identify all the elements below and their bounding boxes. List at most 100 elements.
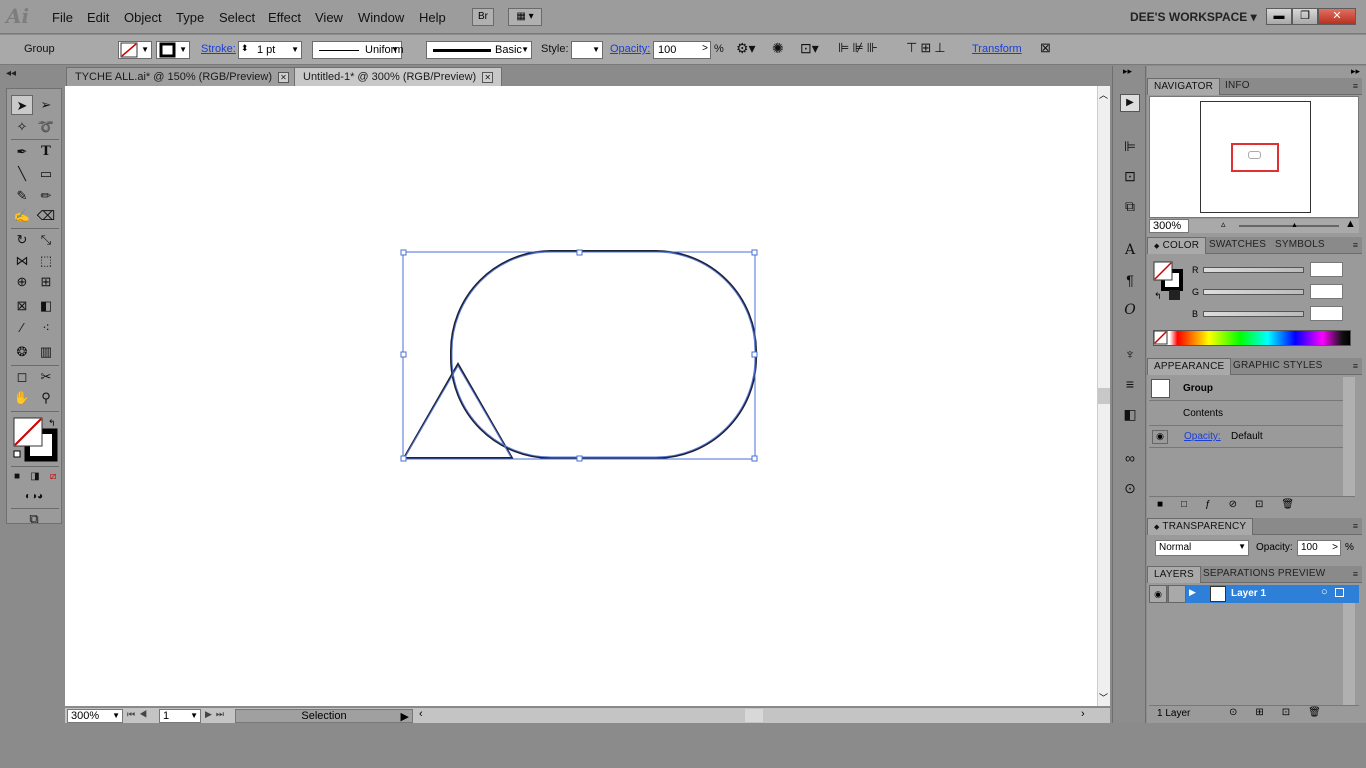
menu-effect[interactable]: Effect xyxy=(268,10,301,25)
collapse-panels-icon[interactable]: ▸▸ xyxy=(1351,66,1360,77)
zoom-level-dropdown[interactable]: 300% ▼ xyxy=(67,709,123,723)
eraser-tool-icon[interactable]: ⌫ xyxy=(35,206,57,226)
zoom-in-icon[interactable]: ▲ xyxy=(1345,218,1356,230)
transform-panel-icon[interactable]: ⊡ xyxy=(1120,168,1140,186)
arrange-documents-button[interactable]: ▦ ▾ xyxy=(508,8,542,26)
tab-appearance[interactable]: APPEARANCE xyxy=(1147,358,1232,375)
image-trace-panel-icon[interactable]: ⊙ xyxy=(1120,480,1140,498)
appearance-opacity-link[interactable]: Opacity: xyxy=(1184,431,1221,442)
pathfinder-panel-icon[interactable]: ⧉ xyxy=(1120,198,1140,216)
tab-info[interactable]: INFO xyxy=(1219,78,1256,95)
appearance-contents-label[interactable]: Contents xyxy=(1183,408,1223,419)
color-r-field[interactable] xyxy=(1310,262,1343,277)
menu-object[interactable]: Object xyxy=(124,10,162,25)
none-color-icon[interactable] xyxy=(1154,331,1168,345)
artboard-canvas[interactable] xyxy=(65,86,1097,706)
slice-tool-icon[interactable]: ✂ xyxy=(35,367,57,387)
recolor-artwork-icon[interactable]: ⚙▾ xyxy=(736,40,756,57)
brush-definition-dropdown[interactable]: Basic ▼ xyxy=(426,41,532,59)
close-button[interactable]: ✕ xyxy=(1318,8,1356,25)
menu-type[interactable]: Type xyxy=(176,10,204,25)
eyedropper-tool-icon[interactable]: ⁄ xyxy=(11,318,33,338)
stroke-weight-field[interactable]: ⬍ 1 pt ▼ xyxy=(238,41,302,59)
transparency-opacity-field[interactable]: 100 > xyxy=(1297,540,1341,556)
navigator-zoom-field[interactable]: 300% xyxy=(1149,219,1189,233)
drawing-modes-icon[interactable]: ◐◑◕ xyxy=(9,487,59,507)
tab-transparency[interactable]: ◆ TRANSPARENCY xyxy=(1147,518,1254,535)
vertical-scroll-thumb[interactable] xyxy=(1098,388,1110,404)
tab-symbols[interactable]: SYMBOLS xyxy=(1269,237,1331,254)
tab-navigator[interactable]: NAVIGATOR xyxy=(1147,78,1221,95)
artboard-number-dropdown[interactable]: 1 ▼ xyxy=(159,709,201,723)
align-vertical-icons[interactable]: ⊤⊞⊥ xyxy=(906,40,949,56)
color-g-slider[interactable] xyxy=(1203,289,1304,295)
pen-tool-icon[interactable]: ✒ xyxy=(11,142,33,162)
appearance-opacity-row[interactable]: ◉ Opacity: Default xyxy=(1149,425,1343,448)
transform-panel-link[interactable]: Transform xyxy=(972,43,1022,55)
status-menu[interactable]: Selection ▶ xyxy=(235,709,413,723)
blob-brush-tool-icon[interactable]: ✍ xyxy=(11,206,33,226)
isolate-group-icon[interactable]: ⊡▾ xyxy=(800,40,819,57)
zoom-tool-icon[interactable]: ⚲ xyxy=(35,388,57,408)
fill-stroke-widget[interactable]: ↰ xyxy=(13,417,58,463)
menu-window[interactable]: Window xyxy=(358,10,404,25)
appearance-scrollbar[interactable] xyxy=(1343,377,1355,496)
direct-selection-tool-icon[interactable]: ➢ xyxy=(35,95,57,115)
tab-color[interactable]: ◆ COLOR xyxy=(1147,237,1207,254)
align-panel-icon[interactable]: ⊫ xyxy=(1120,138,1140,156)
opacity-panel-link[interactable]: Opacity: xyxy=(610,43,650,55)
tab-untitled-1[interactable]: Untitled-1* @ 300% (RGB/Preview) ✕ xyxy=(294,67,503,86)
paragraph-panel-icon[interactable]: ¶ xyxy=(1120,272,1140,290)
type-tool-icon[interactable]: T xyxy=(35,142,57,162)
opentype-panel-icon[interactable]: O xyxy=(1120,302,1140,320)
free-transform-tool-icon[interactable]: ⬚ xyxy=(35,251,57,271)
fill-swatch-dropdown[interactable]: ▼ xyxy=(118,41,152,59)
panel-menu-icon[interactable]: ≡ xyxy=(1353,81,1358,91)
tab-separations-preview[interactable]: SEPARATIONS PREVIEW xyxy=(1197,566,1331,583)
scroll-right-icon[interactable]: › xyxy=(1081,708,1085,720)
gradient-panel-icon[interactable]: ◧ xyxy=(1120,406,1140,424)
workspace-switcher[interactable]: DEE'S WORKSPACE ▾ xyxy=(1130,10,1257,24)
tab-graphic-styles[interactable]: GRAPHIC STYLES xyxy=(1227,358,1329,375)
first-prev-artboard-icons[interactable]: ⏮◀ xyxy=(127,709,151,720)
zoom-out-icon[interactable]: ▵ xyxy=(1221,219,1226,230)
opacity-field[interactable]: 100 > xyxy=(653,41,711,59)
menu-edit[interactable]: Edit xyxy=(87,10,109,25)
color-b-field[interactable] xyxy=(1310,306,1343,321)
color-g-field[interactable] xyxy=(1310,284,1343,299)
character-panel-icon[interactable]: A xyxy=(1120,242,1140,260)
magic-wand-tool-icon[interactable]: ✧ xyxy=(11,117,33,137)
perspective-grid-tool-icon[interactable]: ⊞ xyxy=(35,272,57,292)
links-panel-icon[interactable]: ∞ xyxy=(1120,450,1140,468)
color-r-slider[interactable] xyxy=(1203,267,1304,273)
expand-dock-icon[interactable]: ▸▸ xyxy=(1123,66,1132,77)
navigator-zoom-slider[interactable]: ▲ xyxy=(1239,222,1339,229)
panel-menu-icon[interactable]: ≡ xyxy=(1353,361,1358,371)
vertical-scrollbar[interactable]: ︿ ﹀ xyxy=(1097,86,1110,706)
tab-layers[interactable]: LAYERS xyxy=(1147,566,1201,583)
navigator-preview[interactable] xyxy=(1149,96,1359,218)
expand-layer-icon[interactable]: ▶ xyxy=(1189,587,1196,598)
color-b-slider[interactable] xyxy=(1203,311,1304,317)
gradient-tool-icon[interactable]: ◧ xyxy=(35,296,57,316)
screen-mode-icon[interactable]: ⧉ xyxy=(23,509,45,529)
mesh-tool-icon[interactable]: ⊠ xyxy=(11,296,33,316)
stroke-panel-icon[interactable]: ≡ xyxy=(1120,376,1140,394)
menu-file[interactable]: File xyxy=(52,10,73,25)
next-last-artboard-icons[interactable]: ▶⏭ xyxy=(205,709,228,720)
lasso-tool-icon[interactable]: ➰ xyxy=(35,117,57,137)
collapse-toolbox-icon[interactable]: ◂◂ xyxy=(6,68,16,79)
gradient-mode-icon[interactable]: ◨ xyxy=(27,467,43,487)
paintbrush-tool-icon[interactable]: ✎ xyxy=(11,186,33,206)
minimize-button[interactable]: ▬ xyxy=(1266,8,1292,25)
artboard-tool-icon[interactable]: ◻ xyxy=(11,367,33,387)
bridge-button[interactable]: Br xyxy=(472,8,494,26)
color-fill-stroke[interactable]: ↰ xyxy=(1153,261,1185,302)
tab-swatches[interactable]: SWATCHES xyxy=(1203,237,1272,254)
graphic-style-dropdown[interactable]: ▼ xyxy=(571,41,603,59)
scale-tool-icon[interactable]: ⤡ xyxy=(35,230,57,250)
rectangle-tool-icon[interactable]: ▭ xyxy=(35,164,57,184)
selection-tool-icon[interactable]: ➤ xyxy=(11,95,33,115)
hand-tool-icon[interactable]: ✋ xyxy=(11,388,33,408)
menu-view[interactable]: View xyxy=(315,10,343,25)
